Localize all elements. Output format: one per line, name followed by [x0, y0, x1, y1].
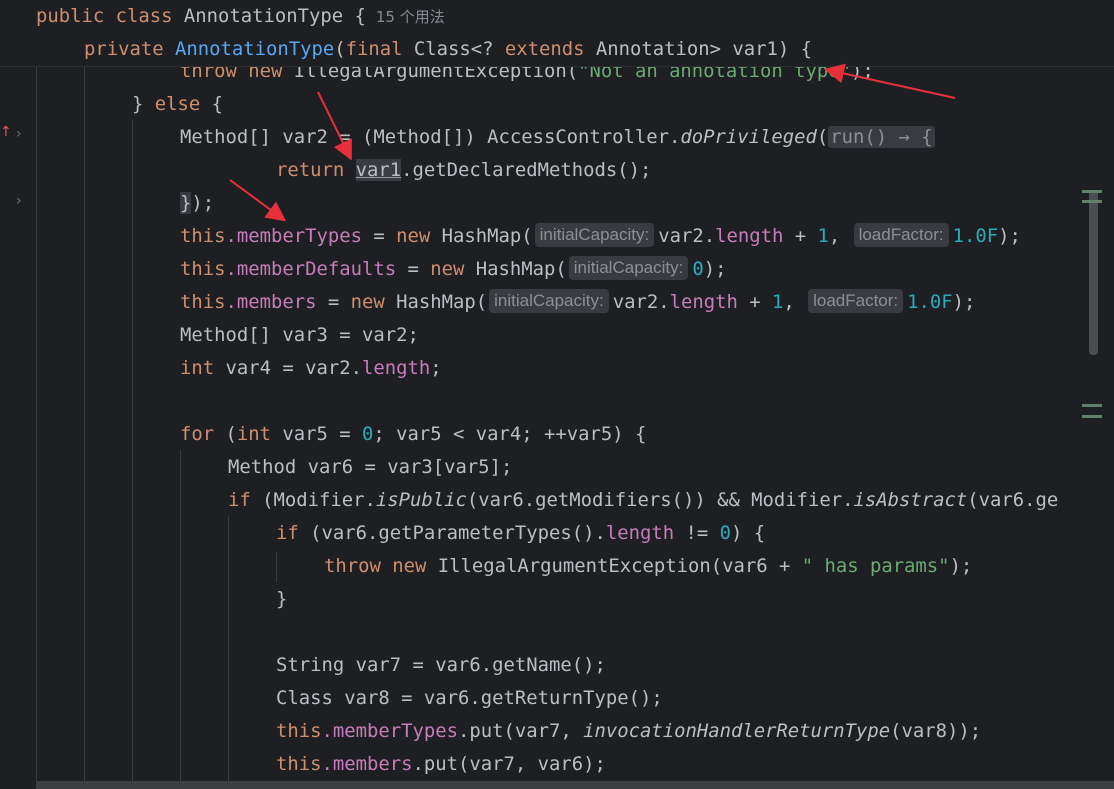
arrow-to-brace [229, 179, 287, 222]
annotation-arrows [229, 63, 956, 222]
arrow-to-var1-param [824, 63, 956, 99]
code-editor[interactable]: ↑ › › public class AnnotationType {15 个用… [0, 0, 1114, 789]
arrow-to-var1-usage [317, 91, 352, 161]
